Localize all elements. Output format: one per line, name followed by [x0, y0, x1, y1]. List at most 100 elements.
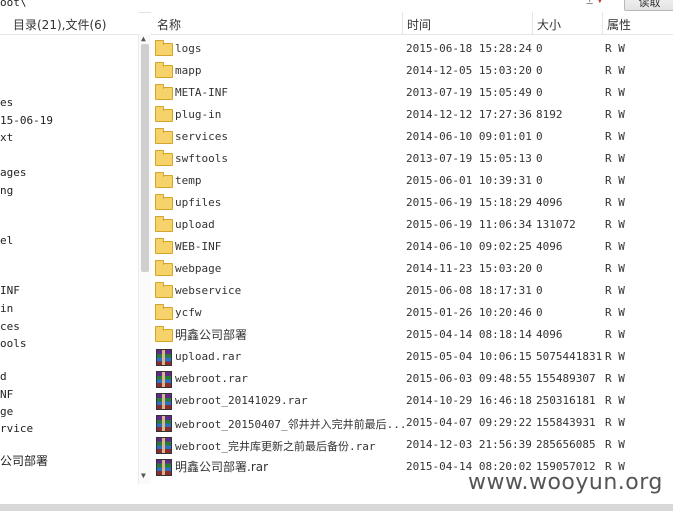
file-attr: R W	[605, 394, 625, 407]
file-size: 155489307	[536, 372, 596, 385]
file-name: upload.rar	[175, 350, 242, 363]
file-attr: R W	[605, 152, 625, 165]
file-attr: R W	[605, 350, 625, 363]
file-size: 0	[536, 42, 543, 55]
folder-icon	[155, 172, 173, 188]
tree-item[interactable]: ages	[0, 166, 27, 179]
file-time: 2014-06-10 09:02:25	[406, 240, 532, 253]
file-name: 明鑫公司部署.rar	[175, 460, 269, 474]
rar-icon	[155, 371, 172, 388]
scroll-down-icon[interactable]: ▼	[141, 471, 146, 480]
file-row[interactable]: webservice 2015-06-08 18:17:31 0 R W	[151, 280, 673, 302]
tree-item[interactable]: es	[0, 96, 13, 109]
file-time: 2014-11-23 15:03:20	[406, 262, 532, 275]
column-header: 名称 时间 大小 属性	[151, 12, 673, 35]
tree-item[interactable]: ces	[0, 320, 20, 333]
file-row[interactable]: swftools 2013-07-19 15:05:13 0 R W	[151, 148, 673, 170]
chevron-down-icon[interactable]: ▾	[596, 0, 603, 7]
column-separator	[402, 12, 403, 34]
file-time: 2013-07-19 15:05:13	[406, 152, 532, 165]
file-size: 5075441831	[536, 350, 603, 363]
column-attr[interactable]: 属性	[607, 16, 631, 33]
folder-icon-shape	[155, 62, 173, 78]
folder-icon	[155, 238, 173, 254]
rar-icon-shape	[156, 459, 172, 476]
plus-icon[interactable]: ±	[586, 0, 593, 7]
file-size: 131072	[536, 218, 576, 231]
file-name: webroot_20150407_邻井并入完井前最后...	[175, 418, 407, 431]
file-attr: R W	[605, 174, 625, 187]
folder-icon-shape	[155, 128, 173, 144]
file-row[interactable]: upfiles 2015-06-19 15:18:29 4096 R W	[151, 192, 673, 214]
file-row[interactable]: services 2014-06-10 09:01:01 0 R W	[151, 126, 673, 148]
folder-icon	[155, 150, 173, 166]
file-name: plug-in	[175, 108, 222, 121]
tree-item[interactable]: INF	[0, 284, 20, 297]
file-size: 0	[536, 152, 543, 165]
rar-icon	[155, 393, 172, 410]
tree-item[interactable]: xt	[0, 131, 13, 144]
column-separator	[532, 12, 533, 34]
scrollbar-thumb[interactable]	[141, 44, 149, 272]
file-row[interactable]: webroot_20141029.rar 2014-10-29 16:46:18 2…	[151, 390, 673, 412]
file-time: 2014-12-03 21:56:39	[406, 438, 532, 451]
file-size: 0	[536, 86, 543, 99]
file-row[interactable]: plug-in 2014-12-12 17:27:36 8192 R W	[151, 104, 673, 126]
file-time: 2015-01-26 10:20:46	[406, 306, 532, 319]
scroll-up-icon[interactable]: ▲	[141, 34, 146, 43]
tree-item[interactable]: d	[0, 370, 7, 383]
file-size: 4096	[536, 196, 563, 209]
tree-item[interactable]: 公司部署	[0, 452, 48, 469]
file-row[interactable]: logs 2015-06-18 15:28:24 0 R W	[151, 38, 673, 60]
file-attr: R W	[605, 196, 625, 209]
file-attr: R W	[605, 218, 625, 231]
directory-tree-panel: 目录(21),文件(6) es 15-06-19 xt ages ng el INF in ce…	[0, 12, 138, 484]
file-row[interactable]: temp 2015-06-01 10:39:31 0 R W	[151, 170, 673, 192]
horizontal-scrollbar[interactable]	[0, 504, 673, 511]
folder-icon-shape	[155, 150, 173, 166]
tree-item[interactable]: ge	[0, 405, 13, 418]
tree-item[interactable]: NF	[0, 388, 13, 401]
rar-icon-shape	[156, 393, 172, 410]
column-size[interactable]: 大小	[537, 16, 561, 33]
file-row[interactable]: upload.rar 2015-05-04 10:06:15 5075441831 R…	[151, 346, 673, 368]
file-attr: R W	[605, 328, 625, 341]
file-name: webroot_20141029.rar	[175, 394, 308, 407]
read-button[interactable]: 读取	[624, 0, 673, 11]
file-row[interactable]: upload 2015-06-19 11:06:34 131072 R W	[151, 214, 673, 236]
path-nav-controls[interactable]: ± ▾	[586, 0, 624, 9]
file-time: 2015-06-01 10:39:31	[406, 174, 532, 187]
file-row[interactable]: WEB-INF 2014-06-10 09:02:25 4096 R W	[151, 236, 673, 258]
file-row[interactable]: webroot_20150407_邻井并入完井前最后... 2015-04-07 …	[151, 412, 673, 434]
tree-scrollbar[interactable]: ▲ ▼	[138, 34, 152, 484]
file-attr: R W	[605, 86, 625, 99]
path-input[interactable]: oot\	[0, 0, 27, 9]
file-name: logs	[175, 42, 202, 55]
file-size: 0	[536, 64, 543, 77]
column-time[interactable]: 时间	[407, 16, 431, 33]
file-row[interactable]: mapp 2014-12-05 15:03:20 0 R W	[151, 60, 673, 82]
file-row[interactable]: 明鑫公司部署 2015-04-14 08:18:14 4096 R W	[151, 324, 673, 346]
folder-icon-shape	[155, 326, 173, 342]
tree-item[interactable]: rvice	[0, 422, 33, 435]
file-attr: R W	[605, 438, 625, 451]
tree-item[interactable]: in	[0, 302, 13, 315]
column-name[interactable]: 名称	[157, 16, 181, 33]
file-row[interactable]: META-INF 2013-07-19 15:05:49 0 R W	[151, 82, 673, 104]
file-row[interactable]: webroot.rar 2015-06-03 09:48:55 155489307 R…	[151, 368, 673, 390]
rar-icon-shape	[156, 415, 172, 432]
file-attr: R W	[605, 64, 625, 77]
file-row[interactable]: webroot_完井库更新之前最后备份.rar 2014-12-03 21:56:…	[151, 434, 673, 456]
file-attr: R W	[605, 108, 625, 121]
tree-item[interactable]: el	[0, 234, 13, 247]
file-attr: R W	[605, 372, 625, 385]
tree-item[interactable]: ools	[0, 337, 27, 350]
file-name: ycfw	[175, 306, 202, 319]
tree-item[interactable]: 15-06-19	[0, 114, 53, 127]
tree-header: 目录(21),文件(6)	[0, 12, 138, 35]
file-row[interactable]: webpage 2014-11-23 15:03:20 0 R W	[151, 258, 673, 280]
file-time: 2015-04-14 08:18:14	[406, 328, 532, 341]
file-row[interactable]: ycfw 2015-01-26 10:20:46 0 R W	[151, 302, 673, 324]
tree-item[interactable]: ng	[0, 184, 13, 197]
folder-icon	[155, 40, 173, 56]
